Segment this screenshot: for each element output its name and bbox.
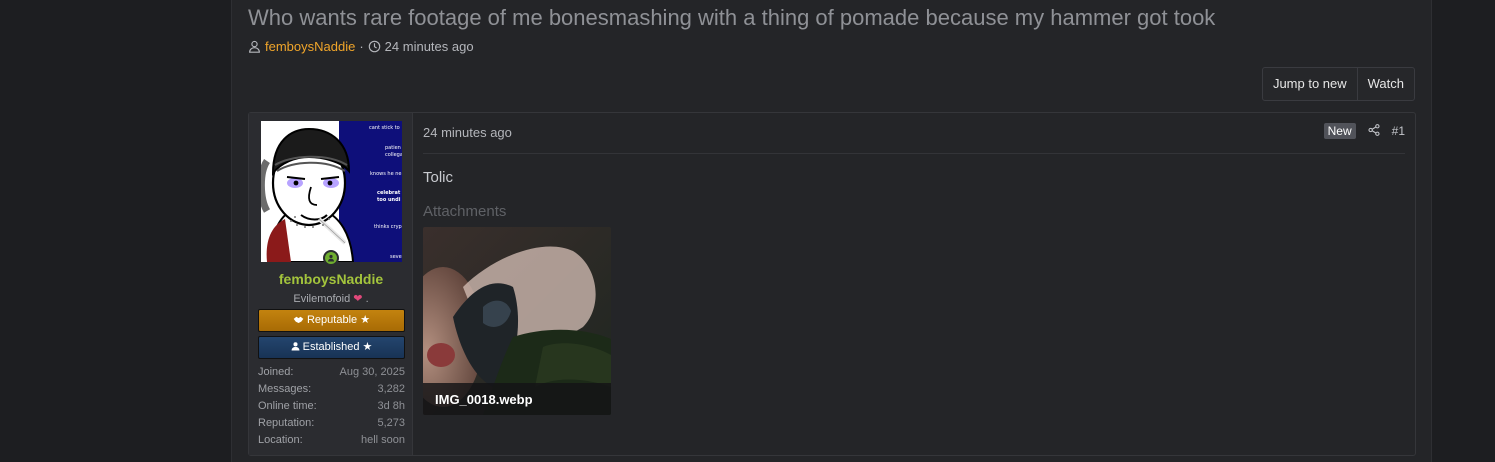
avatar[interactable]: cant stick to patien collega knows he ne… bbox=[261, 121, 402, 262]
post-header-divider bbox=[423, 153, 1405, 154]
avatar-text-5: celebrat bbox=[377, 190, 401, 196]
thread-meta: femboysNaddie · 24 minutes ago bbox=[248, 39, 474, 54]
stat-value[interactable]: 5,273 bbox=[377, 415, 405, 432]
heart-icon: ❤ bbox=[353, 293, 363, 305]
stat-value: 3d 8h bbox=[377, 400, 405, 412]
post-number-link[interactable]: #1 bbox=[1392, 124, 1405, 138]
meta-separator: · bbox=[359, 39, 364, 54]
avatar-text-1: cant stick to bbox=[369, 125, 400, 131]
stat-reputation: Reputation: 5,273 bbox=[258, 415, 405, 432]
stat-online-time: Online time: 3d 8h bbox=[258, 398, 405, 415]
thread-page: Who wants rare footage of me bonesmashin… bbox=[231, 0, 1432, 462]
thread-author-link[interactable]: femboysNaddie bbox=[265, 39, 355, 54]
stat-value[interactable]: 3,282 bbox=[377, 381, 405, 398]
post-username[interactable]: femboysNaddie bbox=[249, 271, 413, 287]
stat-label: Messages: bbox=[258, 383, 312, 395]
stat-label: Online time: bbox=[258, 400, 317, 412]
stat-messages: Messages: 3,282 bbox=[258, 381, 405, 398]
thread-time[interactable]: 24 minutes ago bbox=[385, 39, 474, 54]
attachment-filename[interactable]: IMG_0018.webp bbox=[423, 383, 611, 415]
stat-label: Joined: bbox=[258, 366, 294, 378]
stat-joined: Joined: Aug 30, 2025 bbox=[258, 364, 405, 381]
attachment-thumbnail[interactable]: IMG_0018.webp bbox=[423, 227, 611, 415]
stat-value: Aug 30, 2025 bbox=[339, 366, 405, 378]
user-title-text: Evilemofoid bbox=[293, 293, 351, 305]
avatar-text-8: seven bbox=[390, 254, 402, 260]
post-header-actions: New #1 bbox=[1323, 123, 1405, 139]
stat-label: Reputation: bbox=[258, 417, 315, 429]
attachments-heading: Attachments bbox=[423, 203, 507, 220]
handshake-icon bbox=[293, 314, 307, 326]
reputable-banner: Reputable ★ bbox=[258, 309, 405, 332]
user-icon bbox=[291, 341, 303, 353]
stat-value[interactable]: hell soon bbox=[361, 432, 405, 449]
established-banner-label: Established ★ bbox=[302, 341, 373, 353]
post: cant stick to patien collega knows he ne… bbox=[248, 112, 1416, 456]
post-body: Tolic bbox=[423, 169, 454, 186]
avatar-text-3: collega bbox=[385, 152, 402, 158]
user-stats: Joined: Aug 30, 2025 Messages: 3,282 Onl… bbox=[258, 364, 405, 449]
reputable-banner-label: Reputable ★ bbox=[306, 314, 371, 326]
thread-title: Who wants rare footage of me bonesmashin… bbox=[248, 5, 1216, 30]
new-badge: New bbox=[1323, 123, 1356, 139]
avatar-text-2: patien bbox=[385, 145, 401, 151]
user-icon bbox=[248, 40, 261, 53]
established-banner: Established ★ bbox=[258, 336, 405, 359]
online-status-icon bbox=[323, 250, 339, 266]
user-title: Evilemofoid ❤ . bbox=[249, 292, 413, 305]
avatar-text-7: thinks cryp bbox=[374, 224, 402, 230]
stat-location: Location: hell soon bbox=[258, 432, 405, 449]
watch-button[interactable]: Watch bbox=[1356, 68, 1414, 100]
clock-icon bbox=[368, 40, 381, 53]
avatar-text-4: knows he ne bbox=[370, 171, 402, 177]
jump-to-new-button[interactable]: Jump to new bbox=[1263, 68, 1357, 100]
post-user-panel: cant stick to patien collega knows he ne… bbox=[249, 113, 413, 455]
user-title-suffix: . bbox=[365, 293, 369, 305]
thread-action-buttons: Jump to new Watch bbox=[1261, 67, 1415, 101]
post-date[interactable]: 24 minutes ago bbox=[423, 125, 512, 140]
share-icon[interactable] bbox=[1368, 123, 1380, 139]
avatar-text-6: too undi bbox=[377, 197, 401, 203]
stat-label: Location: bbox=[258, 434, 303, 446]
post-main: 24 minutes ago New #1 Tolic Attachments bbox=[413, 113, 1415, 455]
